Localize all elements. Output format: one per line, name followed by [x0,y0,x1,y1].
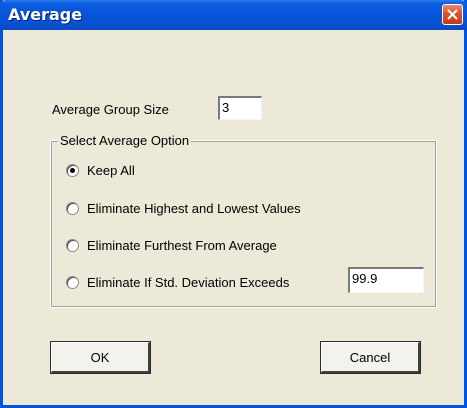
window-title: Average [8,5,83,24]
radio-eliminate-std-dev[interactable]: Eliminate If Std. Deviation Exceeds [66,274,289,290]
radio-button[interactable] [66,238,79,252]
std-dev-threshold-input[interactable]: 99.9 [348,267,424,293]
radio-eliminate-highest-lowest[interactable]: Eliminate Highest and Lowest Values [66,200,301,216]
radio-keep-all[interactable]: Keep All [66,162,135,178]
cancel-button[interactable]: Cancel [320,341,421,374]
ok-button[interactable]: OK [50,341,151,374]
radio-selected-dot [70,167,75,173]
average-option-group-label: Select Average Option [58,133,192,148]
group-size-input[interactable]: 3 [218,96,262,120]
radio-eliminate-furthest[interactable]: Eliminate Furthest From Average [66,237,277,253]
ok-button-label: OK [90,349,110,365]
group-size-label: Average Group Size [52,102,169,117]
radio-button[interactable] [66,275,79,289]
title-bar[interactable]: Average [0,0,467,30]
radio-label: Keep All [87,162,135,178]
radio-button[interactable] [66,201,79,215]
radio-label: Eliminate If Std. Deviation Exceeds [87,274,290,290]
cancel-button-label: Cancel [349,349,391,365]
radio-label: Eliminate Highest and Lowest Values [87,200,301,216]
close-button[interactable] [442,4,463,25]
radio-button[interactable] [66,163,79,177]
close-icon [447,9,458,20]
radio-label: Eliminate Furthest From Average [87,237,277,253]
